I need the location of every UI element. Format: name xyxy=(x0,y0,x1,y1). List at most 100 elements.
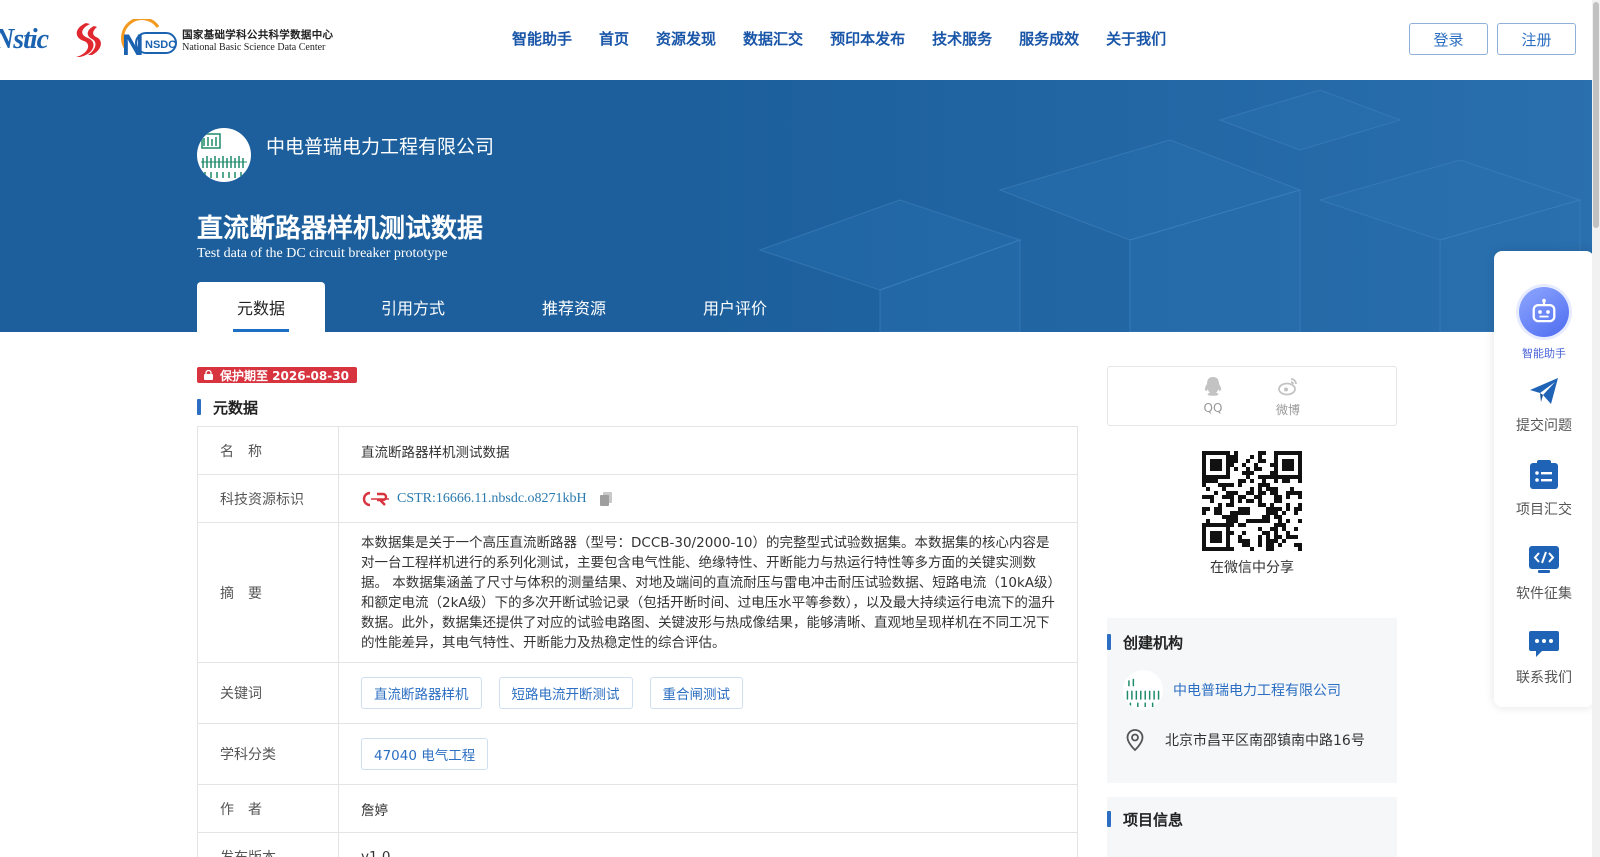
row-keywords: 关键词 直流断路器样机 短路电流开断测试 重合闸测试 xyxy=(198,663,1077,724)
row-name: 名 称 直流断路器样机测试数据 xyxy=(198,427,1077,475)
share-weibo[interactable]: 微博 xyxy=(1276,375,1300,418)
keyword-tag[interactable]: 直流断路器样机 xyxy=(361,677,482,709)
row-version: 发布版本 v1.0 xyxy=(198,833,1077,857)
row-subject: 学科分类 47040 电气工程 xyxy=(198,724,1077,785)
creator-section-title: 创建机构 xyxy=(1107,632,1183,653)
dataset-tabs: 元数据 引用方式 推荐资源 用户评价 xyxy=(197,282,823,332)
creator-address: 北京市昌平区南邵镇南中路16号 xyxy=(1165,733,1365,749)
wechat-qr-code xyxy=(1202,451,1302,551)
creator-org-link[interactable]: 中电普瑞电力工程有限公司 xyxy=(1173,680,1341,700)
keyword-tag[interactable]: 短路电流开断测试 xyxy=(498,677,633,709)
svg-text:NSDC: NSDC xyxy=(145,39,176,51)
creator-org-row: 中电普瑞电力工程有限公司 xyxy=(1123,670,1341,710)
nsdc-cn-name: 国家基础学科公共科学数据中心 xyxy=(182,29,334,41)
list-icon xyxy=(1530,460,1558,489)
login-button[interactable]: 登录 xyxy=(1409,23,1488,55)
share-qq-label: QQ xyxy=(1203,401,1223,415)
row-name-label: 名 称 xyxy=(198,427,339,474)
tab-citation[interactable]: 引用方式 xyxy=(325,282,501,332)
register-button[interactable]: 注册 xyxy=(1497,23,1576,55)
creator-org-logo[interactable] xyxy=(1123,670,1163,710)
org-logo[interactable] xyxy=(197,128,251,182)
protection-text: 保护期至 2026-08-30 xyxy=(220,368,349,383)
project-section-title: 项目信息 xyxy=(1107,809,1183,830)
float-software-collect-label: 软件征集 xyxy=(1516,586,1572,602)
row-subject-label: 学科分类 xyxy=(198,724,339,784)
svg-text:N: N xyxy=(122,29,144,61)
nav-about[interactable]: 关于我们 xyxy=(1106,28,1166,49)
tab-metadata[interactable]: 元数据 xyxy=(197,282,325,332)
row-keywords-label: 关键词 xyxy=(198,663,339,723)
row-name-value: 直流断路器样机测试数据 xyxy=(361,444,510,461)
dataset-title: 直流断路器样机测试数据 xyxy=(197,214,484,244)
nav-data-submit[interactable]: 数据汇交 xyxy=(743,28,803,49)
share-weibo-label: 微博 xyxy=(1276,403,1301,417)
nav-tech-service[interactable]: 技术服务 xyxy=(932,28,992,49)
metadata-table: 名 称 直流断路器样机测试数据 科技资源标识 CSTR:16666.11.nbs… xyxy=(197,426,1078,857)
row-author: 作 者 詹婷 xyxy=(198,785,1077,833)
floating-toolbar: 智能助手 提交问题 项目汇交 软件征集 联系我们 xyxy=(1494,251,1594,707)
chat-icon xyxy=(1529,631,1559,657)
float-contact[interactable]: 联系我们 xyxy=(1494,627,1594,687)
protection-badge: 保护期至 2026-08-30 xyxy=(197,367,357,383)
nav-preprint[interactable]: 预印本发布 xyxy=(830,28,905,49)
row-cstr-value: CSTR:16666.11.nbsdc.o8271kbH xyxy=(339,475,1077,522)
float-software-collect[interactable]: 软件征集 xyxy=(1494,543,1594,603)
weibo-icon xyxy=(1278,378,1297,396)
nsdc-logo[interactable]: N NSDC 国家基础学科公共科学数据中心 National Basic Sci… xyxy=(118,19,333,61)
nsdc-en-name: National Basic Science Data Center xyxy=(182,42,326,53)
row-abstract-label: 摘 要 xyxy=(198,523,339,662)
location-pin-icon xyxy=(1126,729,1144,752)
top-header: Nstic N NSDC 国家基础学科公共科学数据中心 National Bas… xyxy=(0,0,1600,80)
nstic-logo[interactable]: Nstic xyxy=(0,24,49,56)
paper-plane-icon xyxy=(1530,378,1558,404)
nsdc-mark-icon: N NSDC xyxy=(121,19,178,61)
float-submit-issue-label: 提交问题 xyxy=(1516,418,1572,434)
tab-reviews[interactable]: 用户评价 xyxy=(647,282,823,332)
copy-icon[interactable] xyxy=(599,491,613,507)
row-cstr: 科技资源标识 CSTR:16666.11.nbsdc.o8271kbH xyxy=(198,475,1077,523)
row-abstract: 摘 要 本数据集是关于一个高压直流断路器（型号：DCCB-30/2000-10）… xyxy=(198,523,1077,663)
float-assistant[interactable]: 智能助手 xyxy=(1494,287,1594,361)
qr-caption: 在微信中分享 xyxy=(1210,560,1294,576)
creator-panel: 创建机构 中电普瑞电力工程有限公司 北京市昌平区南邵镇南中路16号 xyxy=(1107,618,1397,783)
org-name[interactable]: 中电普瑞电力工程有限公司 xyxy=(266,132,494,159)
project-panel: 项目信息 xyxy=(1107,797,1397,857)
logo-group: Nstic N NSDC 国家基础学科公共科学数据中心 National Bas… xyxy=(0,18,333,62)
lock-icon xyxy=(204,370,213,380)
float-submit-issue[interactable]: 提交问题 xyxy=(1494,375,1594,435)
cas-logo-icon[interactable] xyxy=(64,20,104,60)
cstr-link[interactable]: CSTR:16666.11.nbsdc.o8271kbH xyxy=(397,491,587,507)
creator-logo-icon xyxy=(1126,678,1160,708)
qq-icon xyxy=(1204,377,1222,396)
row-abstract-value: 本数据集是关于一个高压直流断路器（型号：DCCB-30/2000-10）的完整型… xyxy=(361,534,1055,651)
share-qq[interactable]: QQ xyxy=(1202,375,1224,415)
scrollbar-thumb[interactable] xyxy=(1593,2,1599,228)
row-author-value: 詹婷 xyxy=(361,802,388,819)
row-version-label: 发布版本 xyxy=(198,833,339,857)
code-icon xyxy=(1529,546,1559,573)
page-scrollbar[interactable] xyxy=(1592,0,1600,857)
row-keywords-value: 直流断路器样机 短路电流开断测试 重合闸测试 xyxy=(339,663,1077,723)
float-project-collect-label: 项目汇交 xyxy=(1516,502,1572,518)
main-nav: 智能助手 首页 资源发现 数据汇交 预印本发布 技术服务 服务成效 关于我们 xyxy=(512,28,1193,49)
nav-achievements[interactable]: 服务成效 xyxy=(1019,28,1079,49)
creator-address-row: 北京市昌平区南邵镇南中路16号 xyxy=(1123,728,1365,752)
float-project-collect[interactable]: 项目汇交 xyxy=(1494,459,1594,519)
tab-recommended[interactable]: 推荐资源 xyxy=(501,282,647,332)
dataset-banner: 中电普瑞电力工程有限公司 直流断路器样机测试数据 Test data of th… xyxy=(0,80,1600,332)
nav-assistant[interactable]: 智能助手 xyxy=(512,28,572,49)
row-version-value: v1.0 xyxy=(361,848,391,857)
dataset-subtitle: Test data of the DC circuit breaker prot… xyxy=(197,246,448,261)
nsdc-text: 国家基础学科公共科学数据中心 National Basic Science Da… xyxy=(182,27,333,53)
float-assistant-label: 智能助手 xyxy=(1522,347,1566,360)
share-box: QQ 微博 xyxy=(1107,366,1397,426)
keyword-tag[interactable]: 重合闸测试 xyxy=(649,677,743,709)
org-logo-icon xyxy=(201,133,247,178)
nav-home[interactable]: 首页 xyxy=(599,28,629,49)
subject-tag[interactable]: 47040 电气工程 xyxy=(361,738,489,770)
row-subject-value: 47040 电气工程 xyxy=(339,724,1077,784)
robot-icon xyxy=(1519,287,1569,337)
nav-discover[interactable]: 资源发现 xyxy=(656,28,716,49)
row-cstr-label: 科技资源标识 xyxy=(198,475,339,522)
